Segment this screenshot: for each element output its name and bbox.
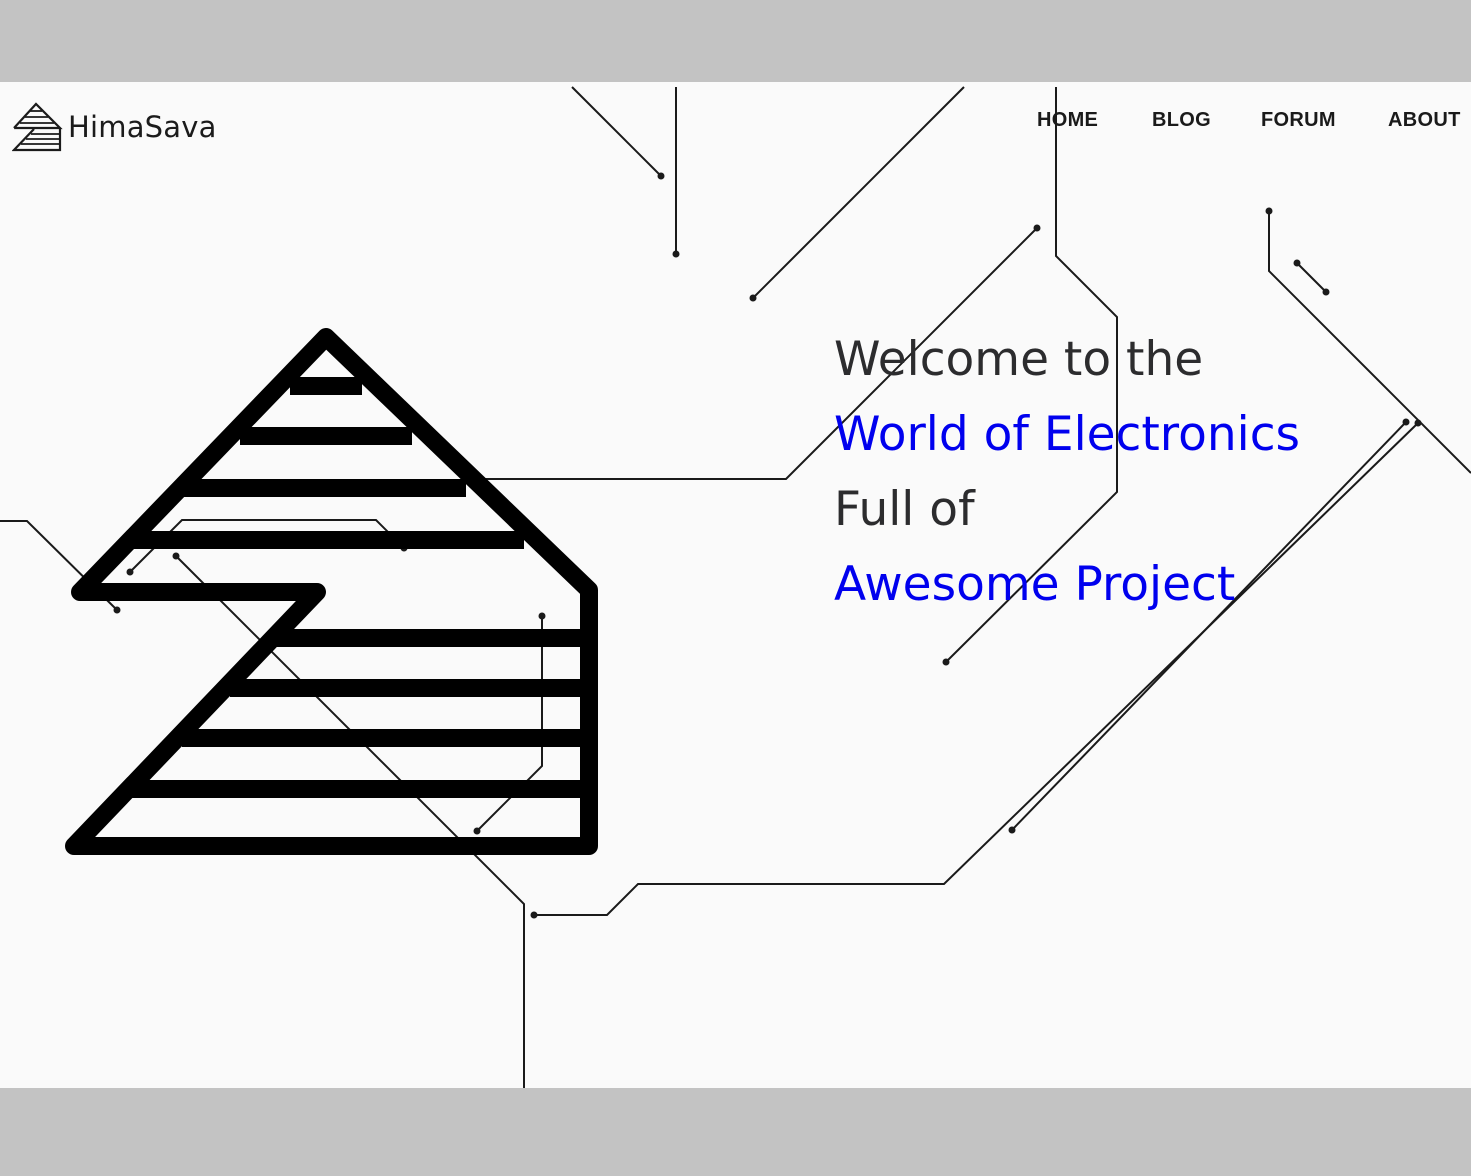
hero-line-full-of: Full of (834, 482, 975, 537)
pyramid-logo-icon (12, 102, 63, 152)
brand-logo-link[interactable]: HimaSava (12, 102, 217, 152)
main-nav: HOME BLOG FORUM ABOUT (1031, 109, 1471, 139)
page: HimaSava HOME BLOG FORUM ABOUT Welcome t… (0, 82, 1471, 1088)
hero-line-electronics: World of Electronics (834, 407, 1301, 462)
nav-home-link[interactable]: HOME (1037, 109, 1098, 132)
nav-blog-link[interactable]: BLOG (1152, 109, 1211, 132)
hero-headline: Welcome to the World of Electronics Full… (834, 322, 1434, 622)
nav-about-link[interactable]: ABOUT (1388, 109, 1461, 132)
hero-line-welcome: Welcome to the (834, 332, 1204, 387)
brand-name: HimaSava (68, 110, 217, 144)
striped-pyramid-illustration (65, 328, 598, 855)
nav-forum-link[interactable]: FORUM (1261, 109, 1336, 132)
hero-line-awesome-project: Awesome Project (834, 557, 1236, 612)
